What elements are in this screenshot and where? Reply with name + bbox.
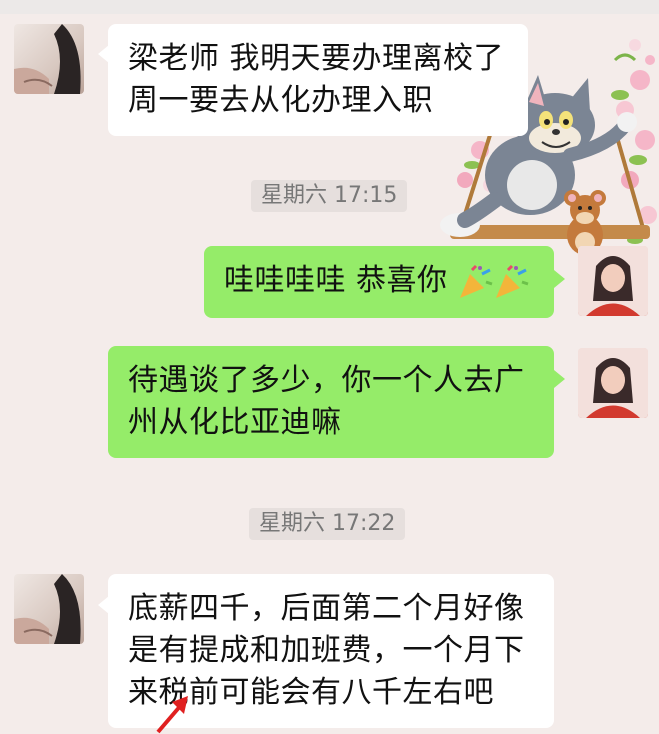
- message-text-line: 州从化比亚迪嘛: [128, 405, 342, 440]
- message-text-line: 底薪四千，后面第二个月好像: [128, 591, 525, 626]
- timestamp: 星期六 17:15: [251, 180, 408, 212]
- message-text: 哇哇哇哇 恭喜你: [224, 263, 448, 298]
- red-arrow-icon: [156, 696, 188, 734]
- message-text-line: 周一要去从化办理入职: [128, 83, 433, 118]
- party-popper-icon: [495, 264, 529, 298]
- bubble-tail: [554, 370, 565, 388]
- avatar-contact[interactable]: [14, 24, 84, 94]
- message-text-line: 待遇谈了多少，你一个人去广: [128, 363, 525, 398]
- chat-view[interactable]: 梁老师 我明天要办理离校了 周一要去从化办理入职 星期六 17:15 哇哇哇哇 …: [0, 0, 659, 734]
- bubble-tail: [554, 270, 565, 288]
- avatar-self[interactable]: [578, 348, 648, 418]
- message-incoming[interactable]: 梁老师 我明天要办理离校了 周一要去从化办理入职: [108, 24, 528, 136]
- message-outgoing[interactable]: 待遇谈了多少，你一个人去广 州从化比亚迪嘛: [108, 346, 554, 458]
- party-popper-icon: [459, 264, 493, 298]
- avatar-self[interactable]: [578, 246, 648, 316]
- timestamp: 星期六 17:22: [249, 508, 406, 540]
- avatar-contact[interactable]: [14, 574, 84, 644]
- message-text-line: 梁老师 我明天要办理离校了: [128, 41, 505, 76]
- message-outgoing[interactable]: 哇哇哇哇 恭喜你: [204, 246, 554, 318]
- message-text-line: 是有提成和加班费，一个月下: [128, 633, 525, 668]
